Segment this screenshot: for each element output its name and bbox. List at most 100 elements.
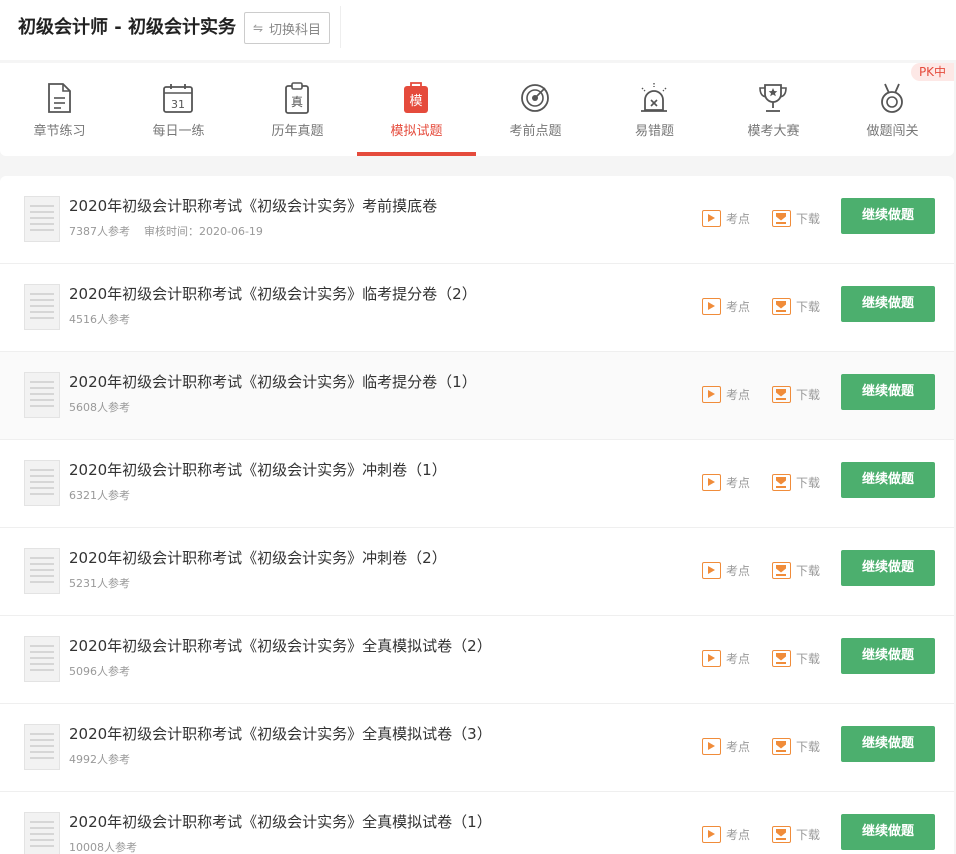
- paper-title[interactable]: 2020年初级会计职称考试《初级会计实务》冲刺卷（2）: [69, 547, 447, 569]
- paper-meta: 5608人参考: [69, 400, 130, 416]
- tab-label: 每日一练: [152, 124, 205, 139]
- download-link[interactable]: 下载: [772, 209, 820, 227]
- kaodian-link[interactable]: 考点: [702, 297, 750, 315]
- paper-meta: 5096人参考: [69, 664, 130, 680]
- download-label: 下载: [796, 563, 821, 578]
- paper-thumbnail-icon: [24, 460, 60, 506]
- switch-subject-button[interactable]: ⇋ 切换科目: [244, 12, 330, 44]
- paper-meta: 4992人参考: [69, 752, 130, 768]
- list-item: 2020年初级会计职称考试《初级会计实务》全真模拟试卷（1） 10008人参考 …: [0, 792, 954, 854]
- play-icon: [702, 649, 721, 667]
- paper-title[interactable]: 2020年初级会计职称考试《初级会计实务》全真模拟试卷（3）: [69, 723, 492, 745]
- download-link[interactable]: 下载: [772, 737, 820, 755]
- trophy-icon: [759, 84, 787, 112]
- continue-button[interactable]: 继续做题: [841, 198, 935, 234]
- tab-label: 模考大赛: [747, 124, 800, 139]
- download-label: 下载: [796, 299, 821, 314]
- paper-thumbnail-icon: [24, 284, 60, 330]
- download-icon: [772, 825, 791, 843]
- continue-button[interactable]: 继续做题: [841, 374, 935, 410]
- download-label: 下载: [796, 827, 821, 842]
- page-header: 初级会计师 - 初级会计实务 ⇋ 切换科目: [0, 0, 956, 60]
- paper-meta: 7387人参考 审核时间：2020-06-19: [69, 224, 263, 240]
- paper-title[interactable]: 2020年初级会计职称考试《初级会计实务》全真模拟试卷（2）: [69, 635, 492, 657]
- continue-button[interactable]: 继续做题: [841, 638, 935, 674]
- paper-review-date: 审核时间：2020-06-19: [144, 225, 263, 238]
- download-link[interactable]: 下载: [772, 825, 820, 843]
- kaodian-link[interactable]: 考点: [702, 209, 750, 227]
- category-tabs: 章节练习 31 每日一练 真 历年真题 模 模拟试题 考前点题 易错题 模考大赛…: [0, 63, 954, 156]
- alarm-icon: [641, 83, 667, 112]
- kaodian-label: 考点: [726, 299, 751, 314]
- download-icon: [772, 297, 791, 315]
- paper-thumbnail-icon: [24, 812, 60, 854]
- calendar-icon: 31: [163, 84, 193, 113]
- download-label: 下载: [796, 211, 821, 226]
- kaodian-label: 考点: [726, 387, 751, 402]
- mock-icon: 模: [404, 82, 428, 113]
- kaodian-link[interactable]: 考点: [702, 825, 750, 843]
- kaodian-link[interactable]: 考点: [702, 561, 750, 579]
- calendar-day: 31: [171, 98, 185, 111]
- play-icon: [702, 825, 721, 843]
- kaodian-label: 考点: [726, 211, 751, 226]
- kaodian-link[interactable]: 考点: [702, 649, 750, 667]
- download-icon: [772, 649, 791, 667]
- download-link[interactable]: 下载: [772, 561, 820, 579]
- play-icon: [702, 297, 721, 315]
- play-icon: [702, 737, 721, 755]
- tab-mock-contest[interactable]: 模考大赛: [714, 63, 833, 156]
- kaodian-link[interactable]: 考点: [702, 385, 750, 403]
- paper-title[interactable]: 2020年初级会计职称考试《初级会计实务》考前摸底卷: [69, 195, 437, 217]
- tab-label: 模拟试题: [390, 124, 443, 139]
- paper-thumbnail-icon: [24, 372, 60, 418]
- continue-button[interactable]: 继续做题: [841, 550, 935, 586]
- active-tab-indicator: [357, 152, 476, 156]
- download-label: 下载: [796, 387, 821, 402]
- kaodian-link[interactable]: 考点: [702, 473, 750, 491]
- paper-participants: 5231人参考: [69, 577, 130, 590]
- tab-past-exams[interactable]: 真 历年真题: [238, 63, 357, 156]
- paper-participants: 10008人参考: [69, 841, 137, 854]
- download-link[interactable]: 下载: [772, 649, 820, 667]
- paper-participants: 4992人参考: [69, 753, 130, 766]
- download-icon: [772, 209, 791, 227]
- tab-chapter-practice[interactable]: 章节练习: [0, 63, 119, 156]
- download-link[interactable]: 下载: [772, 297, 820, 315]
- kaodian-link[interactable]: 考点: [702, 737, 750, 755]
- download-icon: [772, 737, 791, 755]
- download-link[interactable]: 下载: [772, 385, 820, 403]
- play-icon: [702, 385, 721, 403]
- download-link[interactable]: 下载: [772, 473, 820, 491]
- paper-list: 2020年初级会计职称考试《初级会计实务》考前摸底卷 7387人参考 审核时间：2…: [0, 176, 954, 854]
- kaodian-label: 考点: [726, 651, 751, 666]
- continue-button[interactable]: 继续做题: [841, 814, 935, 850]
- continue-button[interactable]: 继续做题: [841, 286, 935, 322]
- tab-error-prone[interactable]: 易错题: [595, 63, 714, 156]
- list-item: 2020年初级会计职称考试《初级会计实务》考前摸底卷 7387人参考 审核时间：2…: [0, 176, 954, 264]
- tab-label: 做题闯关: [866, 124, 919, 139]
- paper-title[interactable]: 2020年初级会计职称考试《初级会计实务》冲刺卷（1）: [69, 459, 447, 481]
- tab-pre-exam-tips[interactable]: 考前点题: [476, 63, 595, 156]
- medal-icon: [881, 83, 903, 113]
- tab-mock-exams[interactable]: 模 模拟试题: [357, 63, 476, 156]
- paper-title[interactable]: 2020年初级会计职称考试《初级会计实务》临考提分卷（2）: [69, 283, 477, 305]
- paper-thumbnail-icon: [24, 636, 60, 682]
- paper-meta: 6321人参考: [69, 488, 130, 504]
- continue-button[interactable]: 继续做题: [841, 726, 935, 762]
- paper-title[interactable]: 2020年初级会计职称考试《初级会计实务》临考提分卷（1）: [69, 371, 477, 393]
- kaodian-label: 考点: [726, 563, 751, 578]
- paper-participants: 5096人参考: [69, 665, 130, 678]
- paper-participants: 4516人参考: [69, 313, 130, 326]
- header-divider: [340, 6, 341, 48]
- continue-button[interactable]: 继续做题: [841, 462, 935, 498]
- paper-thumbnail-icon: [24, 724, 60, 770]
- download-icon: [772, 385, 791, 403]
- tab-daily-practice[interactable]: 31 每日一练: [119, 63, 238, 156]
- play-icon: [702, 561, 721, 579]
- swap-icon: ⇋: [252, 21, 264, 35]
- paper-title[interactable]: 2020年初级会计职称考试《初级会计实务》全真模拟试卷（1）: [69, 811, 492, 833]
- paper-meta: 4516人参考: [69, 312, 130, 328]
- tab-label: 考前点题: [509, 124, 562, 139]
- download-label: 下载: [796, 475, 821, 490]
